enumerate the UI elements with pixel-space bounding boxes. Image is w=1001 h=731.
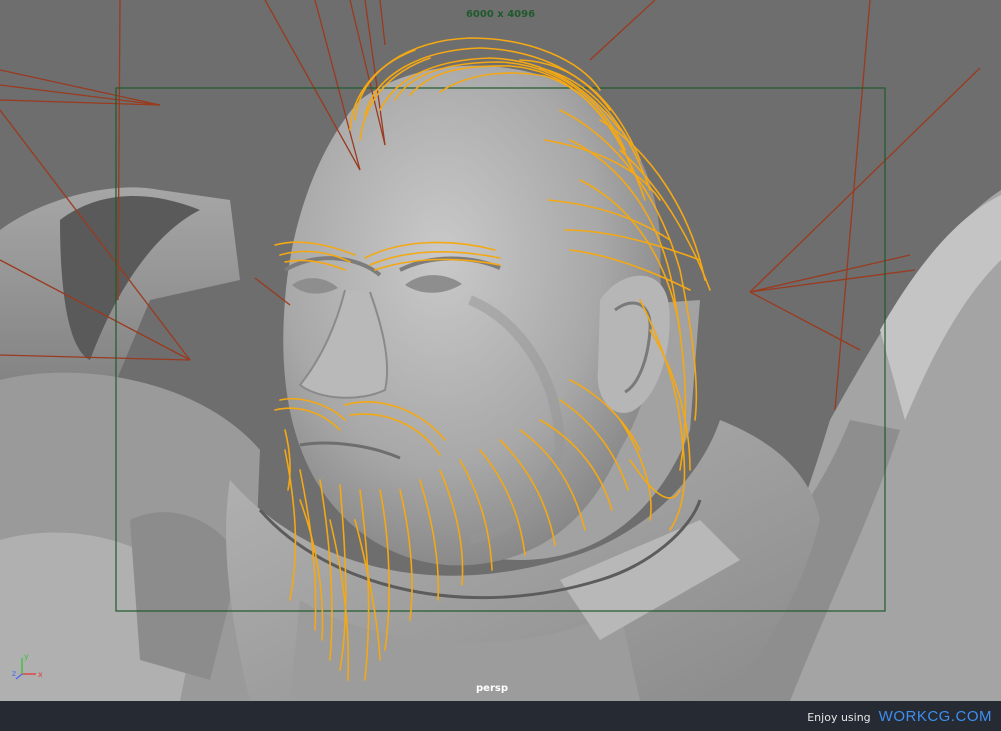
camera-name-label: persp <box>476 683 508 694</box>
brand-link[interactable]: WORKCG.COM <box>879 708 992 725</box>
axis-y-label: y <box>24 652 29 661</box>
maya-viewport[interactable]: 6000 x 4096 persp x y z <box>0 0 1001 701</box>
left-shoulder-armor <box>0 187 260 701</box>
resolution-gate-label: 6000 x 4096 <box>465 9 536 20</box>
footer-text: Enjoy using WORKCG.COM <box>807 708 992 725</box>
enjoy-text: Enjoy using <box>807 711 871 724</box>
axis-z-line <box>15 673 23 680</box>
footer-bar: Enjoy using WORKCG.COM <box>0 701 1001 731</box>
axis-z-label: z <box>12 669 16 678</box>
axis-gizmo: x y z <box>12 652 43 680</box>
viewport-scene <box>0 0 1001 701</box>
axis-x-label: x <box>38 670 43 679</box>
